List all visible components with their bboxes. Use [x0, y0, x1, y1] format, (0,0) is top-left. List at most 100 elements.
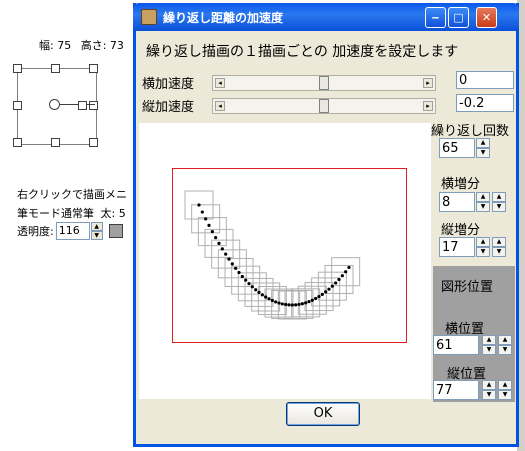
stroke-dot: [327, 287, 331, 291]
spin-up-icon[interactable]: ▲: [498, 380, 512, 390]
ok-button[interactable]: OK: [286, 402, 360, 426]
stroke-dot: [197, 203, 201, 207]
stroke-dot: [270, 298, 274, 303]
shape-position-label: 図形位置: [441, 280, 494, 295]
v-accel-input[interactable]: -0.2: [456, 94, 514, 112]
h-inc-spinner-2[interactable]: ▲ ▼: [492, 192, 506, 212]
spin-down-icon[interactable]: ▼: [482, 345, 496, 355]
dialog-heading: 繰り返し描画の１描画ごとの 加速度を設定します: [146, 44, 459, 60]
spin-down-icon[interactable]: ▼: [90, 231, 103, 240]
preview-stroke: [197, 203, 351, 307]
spin-up-icon[interactable]: ▲: [498, 335, 512, 345]
spin-down-icon[interactable]: ▼: [498, 345, 512, 355]
h-accel-row: 横加速度 ◂ ▸: [142, 73, 436, 92]
dialog-title: 繰り返し距離の加速度: [163, 10, 284, 25]
v-pos-input[interactable]: 77: [433, 380, 479, 400]
spin-up-icon[interactable]: ▲: [492, 192, 506, 202]
stroke-dot: [267, 297, 271, 301]
stroke-dot: [240, 274, 244, 279]
stroke-dot: [344, 270, 348, 274]
v-inc-spinner-2[interactable]: ▲ ▼: [492, 237, 506, 257]
preview-canvas: [139, 123, 431, 399]
resize-handle-mr[interactable]: [89, 101, 98, 110]
spin-down-icon[interactable]: ▼: [476, 247, 490, 257]
h-pos-spinner[interactable]: ▲ ▼: [482, 335, 496, 355]
stroke-dot: [200, 210, 204, 214]
width-readout: 幅: 75: [39, 39, 72, 52]
slider-left-icon[interactable]: ◂: [215, 77, 225, 88]
stroke-dot: [237, 270, 241, 275]
acceleration-dialog: 繰り返し距離の加速度 ‒ □ ✕ 繰り返し描画の１描画ごとの 加速度を設定します…: [133, 3, 519, 447]
stroke-dot: [210, 230, 214, 234]
color-swatch[interactable]: [108, 224, 123, 238]
v-inc-input[interactable]: 17: [439, 237, 475, 257]
h-accel-slider[interactable]: ◂ ▸: [212, 74, 436, 91]
h-accel-input[interactable]: 0: [456, 71, 514, 89]
spin-up-icon[interactable]: ▲: [476, 192, 490, 202]
slider-right-icon[interactable]: ▸: [423, 77, 433, 88]
resize-handle-bm[interactable]: [51, 138, 60, 147]
rotate-anchor[interactable]: [78, 101, 87, 110]
v-accel-label: 縦加速度: [142, 100, 195, 115]
rotate-arm: [59, 104, 95, 105]
slider-right-icon[interactable]: ▸: [423, 100, 433, 111]
resize-handle-tr[interactable]: [89, 64, 98, 73]
resize-handle-ml[interactable]: [13, 101, 22, 110]
shape-bounding-box[interactable]: [13, 64, 98, 147]
spin-up-icon[interactable]: ▲: [476, 138, 490, 148]
stroke-dot: [294, 303, 298, 307]
spin-up-icon[interactable]: ▲: [90, 222, 103, 231]
resize-handle-br[interactable]: [89, 138, 98, 147]
stroke-dot: [204, 217, 208, 221]
h-accel-thumb[interactable]: [319, 75, 329, 90]
spin-down-icon[interactable]: ▼: [498, 390, 512, 400]
resize-handle-tl[interactable]: [13, 64, 22, 73]
spin-down-icon[interactable]: ▼: [492, 247, 506, 257]
v-accel-thumb[interactable]: [319, 98, 329, 113]
shape-size-readout: 幅: 75 高さ: 73: [39, 37, 130, 53]
v-inc-spinner[interactable]: ▲ ▼: [476, 237, 490, 257]
v-pos-spinner-2[interactable]: ▲ ▼: [498, 380, 512, 400]
dialog-titlebar[interactable]: 繰り返し距離の加速度 ‒ □ ✕: [133, 3, 519, 31]
h-inc-spinner[interactable]: ▲ ▼: [476, 192, 490, 212]
minimize-button[interactable]: ‒: [425, 7, 446, 28]
opacity-spinner[interactable]: ▲ ▼: [90, 222, 103, 240]
repeat-spinner[interactable]: ▲ ▼: [476, 138, 490, 158]
spin-down-icon[interactable]: ▼: [492, 202, 506, 212]
h-pos-input[interactable]: 61: [433, 335, 479, 355]
repeat-label: 繰り返し回数: [431, 124, 510, 139]
resize-handle-bl[interactable]: [13, 138, 22, 147]
stroke-dot: [230, 262, 234, 266]
slider-left-icon[interactable]: ◂: [215, 100, 225, 111]
resize-handle-tm[interactable]: [51, 64, 60, 73]
spin-up-icon[interactable]: ▲: [492, 237, 506, 247]
spin-down-icon[interactable]: ▼: [476, 148, 490, 158]
v-pos-spinner[interactable]: ▲ ▼: [482, 380, 496, 400]
stroke-dot: [247, 282, 251, 286]
h-inc-input[interactable]: 8: [439, 192, 475, 212]
stroke-dot: [310, 298, 314, 302]
spin-down-icon[interactable]: ▼: [482, 390, 496, 400]
stroke-dot: [290, 303, 294, 307]
close-button[interactable]: ✕: [476, 7, 497, 28]
repeat-input[interactable]: 65: [439, 138, 475, 158]
stroke-dot: [304, 301, 308, 305]
stroke-dot: [257, 290, 261, 295]
stroke-dot: [227, 257, 231, 261]
stroke-dot: [207, 223, 211, 227]
spin-up-icon[interactable]: ▲: [476, 237, 490, 247]
stroke-dot: [314, 296, 318, 301]
opacity-input[interactable]: 116: [55, 222, 90, 240]
stroke-dot: [340, 274, 344, 278]
spin-up-icon[interactable]: ▲: [482, 380, 496, 390]
stroke-dot: [264, 295, 268, 299]
maximize-button[interactable]: □: [448, 7, 469, 28]
h-pos-spinner-2[interactable]: ▲ ▼: [498, 335, 512, 355]
opacity-label: 透明度:: [17, 225, 54, 238]
spin-up-icon[interactable]: ▲: [482, 335, 496, 345]
h-accel-label: 横加速度: [142, 77, 195, 92]
stroke-dot: [224, 252, 228, 256]
v-accel-slider[interactable]: ◂ ▸: [212, 97, 436, 114]
stroke-dot: [280, 302, 284, 306]
spin-down-icon[interactable]: ▼: [476, 202, 490, 212]
